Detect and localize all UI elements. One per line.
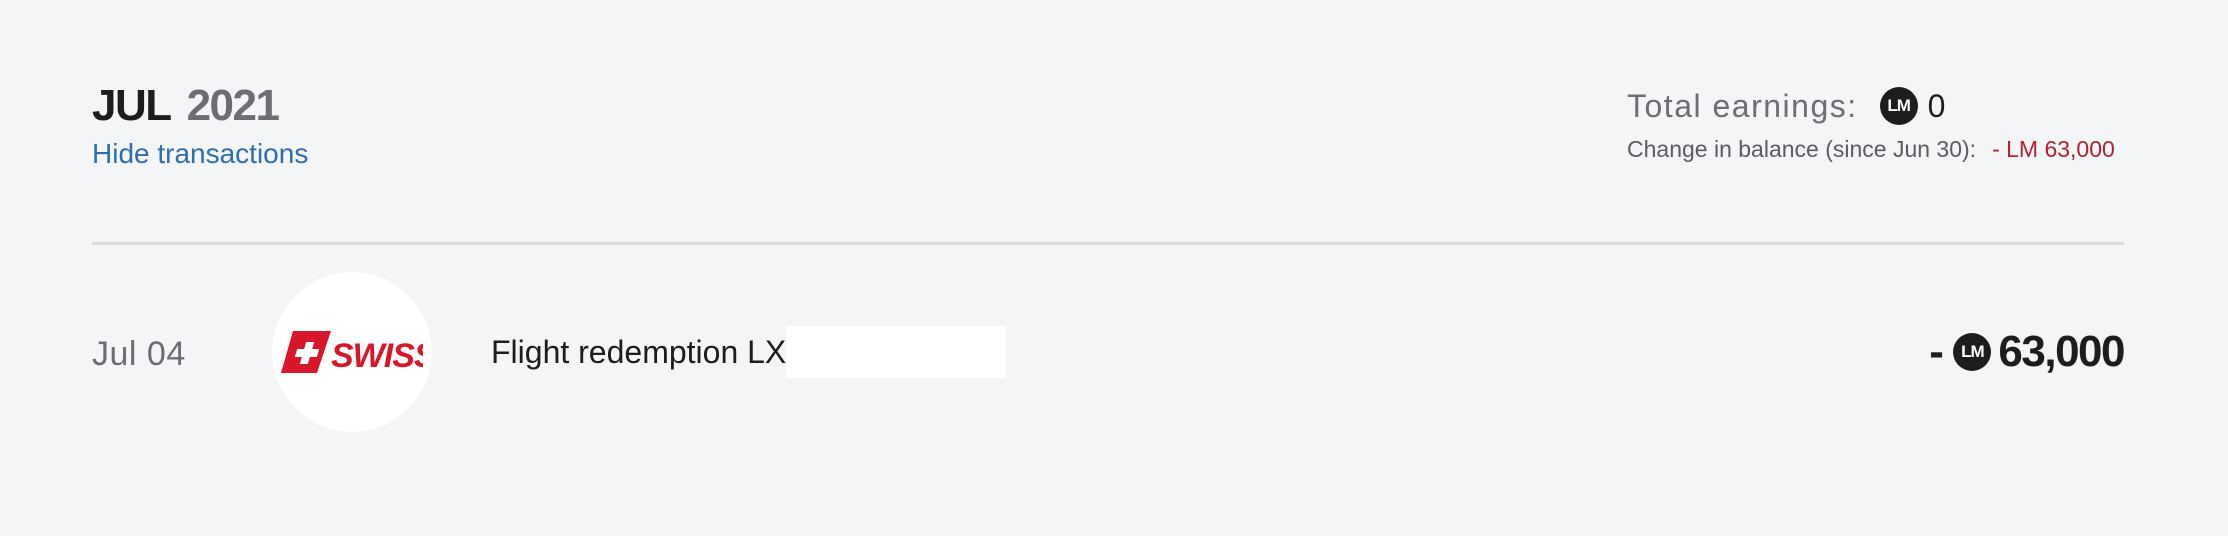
- hide-transactions-link[interactable]: Hide transactions: [92, 136, 308, 172]
- transaction-description-text: Flight redemption LX: [491, 333, 787, 370]
- section-divider: [92, 242, 2124, 245]
- total-earnings: Total earnings: LM 0: [1627, 82, 1945, 130]
- transaction-description: Flight redemption LX: [491, 326, 1007, 378]
- balance-change: Change in balance (since Jun 30): - LM 6…: [1627, 134, 2115, 164]
- lm-currency-icon: LM: [1953, 333, 1992, 371]
- transaction-row: Jul 04 SWISS Flight redemption LX - LM 6…: [92, 272, 2125, 436]
- swiss-logo-icon: SWISS: [281, 331, 423, 375]
- balance-change-value: - LM 63,000: [1992, 135, 2115, 162]
- lm-currency-icon: LM: [1879, 87, 1918, 125]
- total-earnings-value: 0: [1927, 87, 1946, 124]
- year-label: 2021: [186, 81, 280, 130]
- month-heading: JUL 2021: [92, 80, 280, 132]
- swiss-logo-wordmark: SWISS: [331, 337, 423, 375]
- transaction-amount: - LM 63,000: [1929, 326, 2125, 378]
- balance-change-label: Change in balance (since Jun 30):: [1627, 135, 1977, 162]
- month-label: JUL: [92, 81, 171, 130]
- swiss-airlines-logo: SWISS: [272, 272, 432, 432]
- transaction-date: Jul 04: [92, 335, 186, 373]
- redacted-block: [786, 326, 1007, 378]
- amount-sign: -: [1929, 327, 1944, 376]
- amount-value: 63,000: [1998, 327, 2125, 376]
- total-earnings-label: Total earnings:: [1627, 87, 1858, 124]
